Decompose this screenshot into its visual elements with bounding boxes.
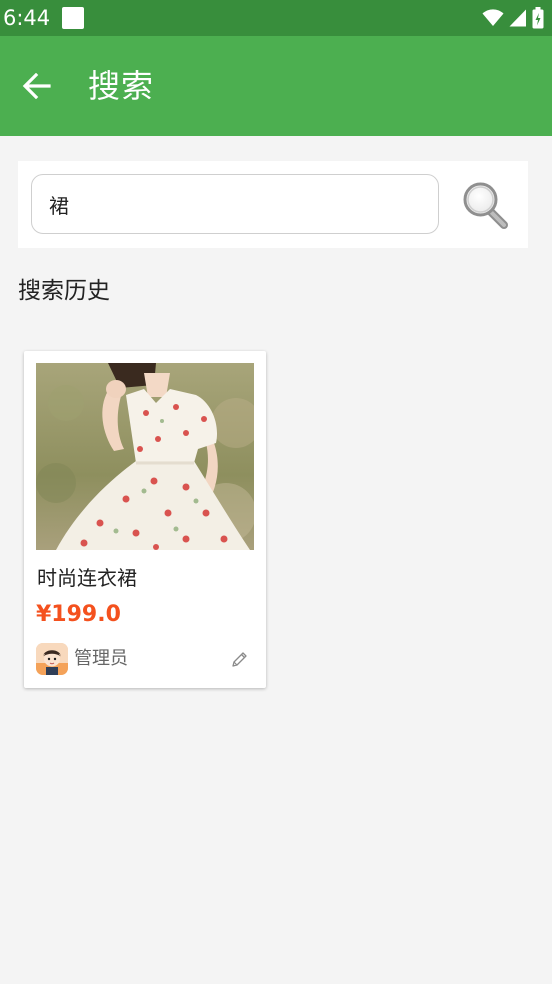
status-icons [482,7,544,29]
back-button[interactable] [14,63,60,109]
status-bar: 6:44 [0,0,552,36]
page-title: 搜索 [88,67,155,105]
battery-icon [532,7,544,29]
author-name: 管理员 [74,648,128,669]
wifi-icon [482,9,504,26]
avatar [36,643,68,675]
app-bar: 搜索 [0,36,552,136]
product-price: ¥199.0 [36,602,121,627]
product-image [36,363,254,550]
search-input[interactable] [31,174,439,234]
pencil-icon [232,652,247,667]
status-time: 6:44 [3,6,51,30]
product-name: 时尚连衣裙 [37,566,137,590]
signal-icon [509,9,526,27]
dress-photo [36,363,254,550]
search-panel [18,161,528,248]
arrow-left-icon [22,73,51,99]
product-card[interactable]: 时尚连衣裙 ¥199.0 管理员 [24,351,266,688]
notification-icon [62,7,84,29]
search-button[interactable] [458,177,514,233]
edit-button[interactable] [228,649,250,671]
search-icon [463,182,508,229]
search-history-title: 搜索历史 [18,278,110,304]
